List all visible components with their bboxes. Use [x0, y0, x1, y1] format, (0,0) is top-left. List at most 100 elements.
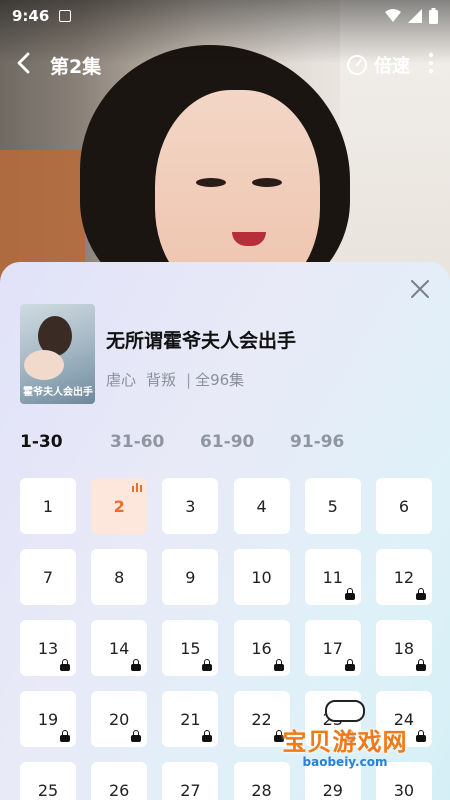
episode-number: 16 — [251, 638, 272, 658]
episode-title: 第2集 — [50, 55, 102, 78]
episode-number: 25 — [37, 780, 59, 800]
episode-number: 29 — [322, 780, 343, 800]
drama-title: 无所谓霍爷夫人会出手 — [106, 330, 297, 352]
drama-tag: 背叛 — [146, 371, 177, 389]
episode-number: 19 — [37, 709, 59, 729]
status-icons — [385, 8, 438, 24]
close-icon — [411, 280, 429, 298]
drama-info: 霍爷夫人会出手 无所谓霍爷夫人会出手 虐心 背叛 | 全96集 — [20, 304, 296, 404]
episode-number: 13 — [37, 638, 59, 658]
speed-label: 倍速 — [374, 56, 410, 77]
episode-button[interactable]: 3 — [162, 478, 219, 534]
watermark-title: 宝贝游戏网 — [282, 728, 408, 756]
episode-number: 10 — [251, 567, 272, 587]
tag-separator: | — [186, 370, 192, 389]
lock-icon — [344, 588, 355, 600]
episode-number: 17 — [322, 638, 343, 658]
episode-button[interactable]: 15 — [162, 620, 219, 676]
episode-button[interactable]: 9 — [162, 549, 219, 605]
wifi-icon — [385, 9, 401, 22]
signal-icon — [408, 9, 422, 23]
episode-button[interactable]: 6 — [375, 478, 432, 534]
lock-icon — [415, 588, 426, 600]
episode-button[interactable]: 25 — [20, 762, 76, 800]
episode-number: 1 — [42, 496, 54, 516]
episode-button[interactable]: 16 — [233, 620, 290, 676]
lock-icon — [273, 659, 284, 671]
episode-number: 20 — [109, 709, 130, 729]
drama-tag: 虐心 — [106, 371, 137, 389]
back-button[interactable] — [16, 52, 44, 79]
episode-button[interactable]: 4 — [233, 478, 290, 534]
episode-number: 28 — [251, 780, 272, 800]
speed-button[interactable]: 倍速 — [346, 52, 410, 78]
episode-number: 2 — [113, 496, 125, 516]
episode-button[interactable]: 17 — [304, 620, 361, 676]
range-tab-91-96[interactable]: 91-96 — [290, 432, 380, 452]
episode-button[interactable]: 14 — [91, 620, 148, 676]
episode-button[interactable]: 5 — [304, 478, 361, 534]
episode-number: 18 — [393, 638, 415, 658]
watermark-url: baobeiy.com — [302, 755, 388, 769]
episode-button[interactable]: 13 — [20, 620, 76, 676]
notification-icon — [59, 10, 72, 22]
more-options-button[interactable] — [428, 52, 434, 79]
episode-number: 6 — [398, 496, 410, 516]
episode-range-tabs: 1-30 31-60 61-90 91-96 — [20, 432, 380, 452]
drama-meta: 无所谓霍爷夫人会出手 虐心 背叛 | 全96集 — [106, 304, 296, 404]
episode-number: 12 — [393, 567, 415, 587]
episode-number: 22 — [251, 709, 272, 729]
watermark: 宝贝游戏网 baobeiy.com — [270, 700, 420, 769]
now-playing-icon — [132, 483, 143, 492]
range-tab-61-90[interactable]: 61-90 — [200, 432, 290, 452]
episode-button[interactable]: 11 — [304, 549, 361, 605]
chevron-left-icon — [17, 52, 30, 73]
episode-button[interactable]: 19 — [20, 691, 76, 747]
episode-button[interactable]: 27 — [162, 762, 219, 800]
status-bar: 9:46 — [0, 0, 450, 32]
poster-title-text: 霍爷夫人会出手 — [23, 387, 93, 398]
drama-poster: 霍爷夫人会出手 — [20, 304, 95, 404]
episode-button[interactable]: 26 — [91, 762, 148, 800]
lock-icon — [60, 659, 70, 671]
episode-number: 27 — [180, 780, 201, 800]
lock-icon — [202, 730, 213, 742]
episode-number: 7 — [42, 567, 54, 587]
episode-button[interactable]: 20 — [91, 691, 148, 747]
range-tab-1-30[interactable]: 1-30 — [20, 432, 110, 452]
speed-icon — [347, 55, 367, 75]
poster-figure — [24, 350, 64, 380]
episode-number: 30 — [393, 780, 415, 800]
drama-tags: 虐心 背叛 | 全96集 — [106, 369, 296, 390]
episode-button[interactable]: 18 — [375, 620, 432, 676]
episode-number: 8 — [114, 567, 125, 587]
episode-number: 21 — [180, 709, 201, 729]
range-tab-31-60[interactable]: 31-60 — [110, 432, 200, 452]
episode-button[interactable]: 10 — [233, 549, 290, 605]
gamepad-icon — [325, 700, 365, 722]
episode-number: 4 — [256, 496, 267, 516]
episode-number: 5 — [327, 496, 338, 516]
lock-icon — [415, 659, 426, 671]
episode-number: 9 — [185, 567, 196, 587]
lock-icon — [344, 659, 355, 671]
lock-icon — [60, 730, 70, 742]
episode-number: 15 — [180, 638, 201, 658]
lock-icon — [131, 659, 142, 671]
player-top-bar: 第2集 倍速 — [0, 40, 450, 90]
episode-number: 14 — [109, 638, 130, 658]
episode-number: 26 — [109, 780, 130, 800]
lock-icon — [131, 730, 142, 742]
episode-button[interactable]: 8 — [91, 549, 148, 605]
more-vertical-icon — [428, 52, 434, 73]
episode-button[interactable]: 1 — [20, 478, 76, 534]
battery-icon — [429, 8, 438, 24]
episode-button[interactable]: 21 — [162, 691, 219, 747]
episode-number: 3 — [185, 496, 196, 516]
episode-number: 11 — [322, 567, 343, 587]
episode-total: 全96集 — [195, 371, 245, 389]
close-button[interactable] — [408, 278, 432, 302]
episode-button[interactable]: 12 — [375, 549, 432, 605]
episode-button[interactable]: 7 — [20, 549, 76, 605]
episode-button[interactable]: 2 — [91, 478, 148, 534]
